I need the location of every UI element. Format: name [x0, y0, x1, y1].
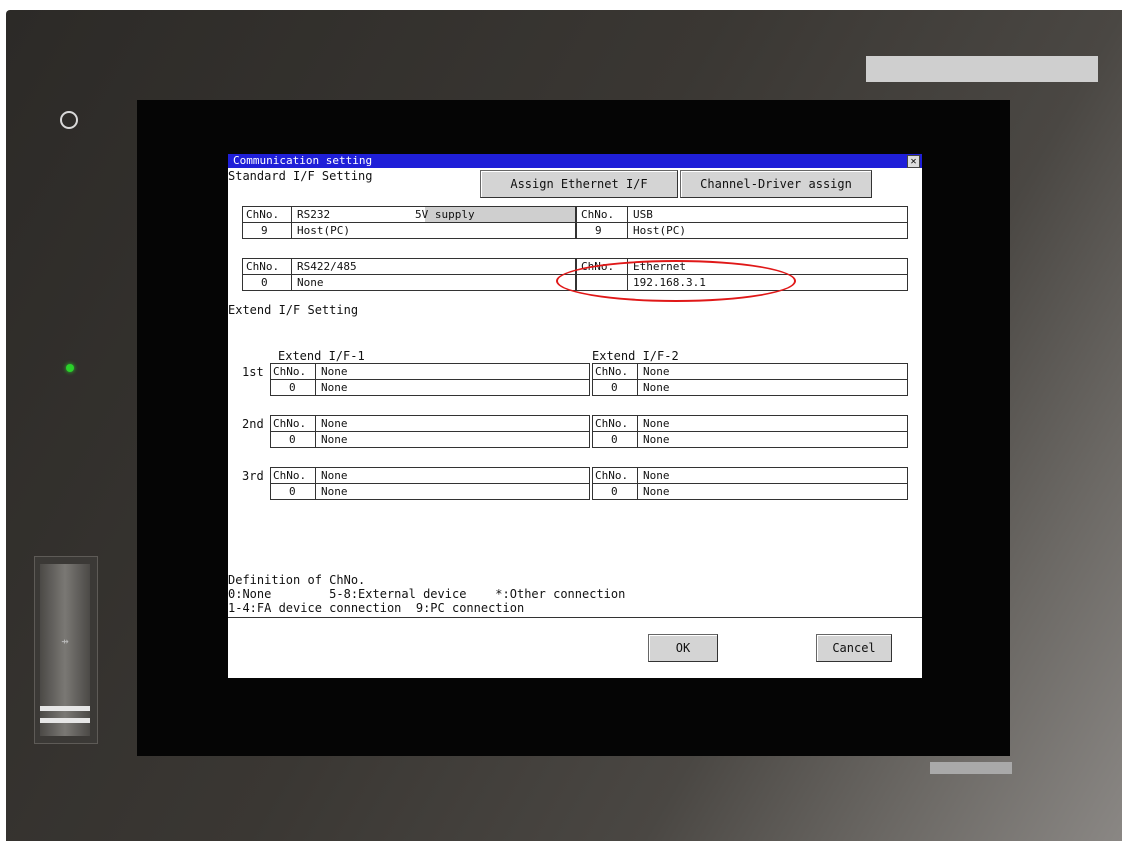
usb-cover-bar [40, 718, 90, 723]
divider [228, 617, 922, 618]
rs232-ch-header: ChNo. [246, 208, 280, 221]
extend-row-label: 1st [242, 365, 264, 379]
ch-value: 0 [611, 381, 618, 394]
communication-setting-dialog: Communication setting ✕ Standard I/F Set… [228, 154, 922, 678]
usb-ch: 9 [595, 224, 602, 237]
driver-value: None [321, 381, 348, 394]
usb-ch-header: ChNo. [581, 208, 615, 221]
driver-value: None [321, 485, 348, 498]
annotation-circle [556, 260, 796, 302]
extend-if1-row2[interactable]: ChNo. None 0 None [270, 415, 590, 448]
ch-value: 0 [289, 485, 296, 498]
ch-value: 0 [611, 485, 618, 498]
definition-title: Definition of ChNo. [228, 573, 366, 587]
divider [271, 431, 589, 432]
usb-cover-bar [40, 706, 90, 711]
ch-header: ChNo. [595, 365, 629, 378]
bezel-label-strip [866, 56, 1098, 82]
device-name: None [643, 469, 670, 482]
ch-value: 0 [289, 381, 296, 394]
driver-value: None [321, 433, 348, 446]
definition-line2: 1-4:FA device connection 9:PC connection [228, 601, 525, 615]
extend-if2-title: Extend I/F-2 [592, 349, 679, 363]
divider [291, 207, 292, 238]
extend-if2-row1[interactable]: ChNo. None 0 None [592, 363, 908, 396]
assign-ethernet-button[interactable]: Assign Ethernet I/F [480, 170, 678, 198]
divider [637, 468, 638, 499]
device-name: None [321, 365, 348, 378]
extend-if2-row3[interactable]: ChNo. None 0 None [592, 467, 908, 500]
driver-value: None [643, 433, 670, 446]
divider [243, 274, 575, 275]
divider [637, 416, 638, 447]
divider [315, 364, 316, 395]
usb-icon: ⇸ [61, 634, 69, 648]
power-indicator-icon [60, 111, 78, 129]
extend-if-setting-label: Extend I/F Setting [228, 303, 359, 317]
ch-value: 0 [289, 433, 296, 446]
extend-row-label: 2nd [242, 417, 264, 431]
ch-value: 0 [611, 433, 618, 446]
cancel-button[interactable]: Cancel [816, 634, 892, 662]
divider [627, 207, 628, 238]
ch-header: ChNo. [273, 365, 307, 378]
extend-if2-row2[interactable]: ChNo. None 0 None [592, 415, 908, 448]
device-name: None [643, 417, 670, 430]
ch-header: ChNo. [273, 417, 307, 430]
usb-name: USB [633, 208, 653, 221]
dialog-title: Communication setting [233, 154, 373, 167]
divider [291, 259, 292, 290]
divider [315, 468, 316, 499]
divider [271, 483, 589, 484]
rs232-supply: 5V supply [415, 208, 475, 221]
rs232-group[interactable]: ChNo. RS232 5V supply 9 Host(PC) [242, 206, 576, 239]
ch-header: ChNo. [595, 417, 629, 430]
extend-row-label: 3rd [242, 469, 264, 483]
device-name: None [321, 469, 348, 482]
divider [243, 222, 575, 223]
bezel-label-strip-bottom [930, 762, 1012, 774]
extend-if1-row3[interactable]: ChNo. None 0 None [270, 467, 590, 500]
ok-button[interactable]: OK [648, 634, 718, 662]
rs422-ch-header: ChNo. [246, 260, 280, 273]
extend-if1-title: Extend I/F-1 [278, 349, 365, 363]
status-led-icon [66, 364, 74, 372]
divider [593, 379, 907, 380]
standard-if-setting-label: Standard I/F Setting [228, 169, 373, 183]
ch-header: ChNo. [595, 469, 629, 482]
rs422-group[interactable]: ChNo. RS422/485 0 None [242, 258, 576, 291]
divider [637, 364, 638, 395]
close-icon[interactable]: ✕ [907, 155, 920, 168]
channel-driver-assign-button[interactable]: Channel-Driver assign [680, 170, 872, 198]
divider [593, 431, 907, 432]
device-name: None [321, 417, 348, 430]
rs422-value: None [297, 276, 324, 289]
dialog-titlebar: Communication setting ✕ [228, 154, 922, 168]
divider [315, 416, 316, 447]
definition-line1: 0:None 5-8:External device *:Other conne… [228, 587, 626, 601]
rs232-name: RS232 [297, 208, 331, 221]
driver-value: None [643, 381, 670, 394]
usb-group[interactable]: ChNo. USB 9 Host(PC) [576, 206, 908, 239]
extend-if1-row1[interactable]: ChNo. None 0 None [270, 363, 590, 396]
rs422-ch: 0 [261, 276, 268, 289]
device-name: None [643, 365, 670, 378]
rs232-ch: 9 [261, 224, 268, 237]
divider [271, 379, 589, 380]
rs232-value: Host(PC) [297, 224, 350, 237]
divider [593, 483, 907, 484]
driver-value: None [643, 485, 670, 498]
rs422-name: RS422/485 [297, 260, 357, 273]
usb-value: Host(PC) [633, 224, 686, 237]
ch-header: ChNo. [273, 469, 307, 482]
